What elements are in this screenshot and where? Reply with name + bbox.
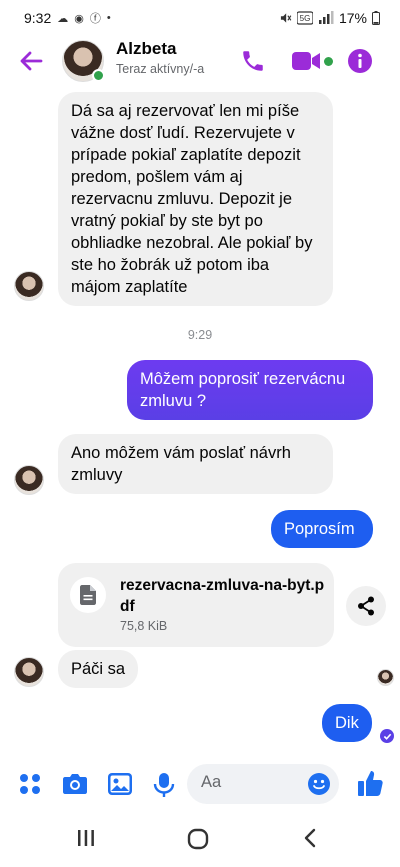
cloud-icon: ◉ bbox=[74, 12, 84, 25]
conversation-header: Alzbeta Teraz aktívny/-a bbox=[0, 36, 400, 88]
microphone-icon[interactable] bbox=[153, 772, 175, 798]
message-incoming[interactable]: Páči sa bbox=[58, 650, 139, 688]
online-indicator bbox=[92, 69, 105, 82]
camera-icon[interactable] bbox=[62, 772, 88, 796]
menu-grid-icon[interactable] bbox=[18, 772, 42, 796]
sender-avatar bbox=[14, 271, 44, 301]
battery-level: 17% bbox=[338, 10, 367, 26]
mute-icon bbox=[280, 13, 292, 23]
emoji-icon[interactable] bbox=[307, 772, 331, 796]
message-outgoing[interactable]: Dik bbox=[322, 704, 372, 742]
delivered-check-icon bbox=[380, 729, 394, 743]
contact-name[interactable]: Alzbeta bbox=[116, 39, 176, 59]
back-nav-icon[interactable] bbox=[302, 828, 318, 848]
status-time: 9:32 bbox=[24, 10, 52, 26]
message-composer bbox=[0, 760, 400, 810]
file-size: 75,8 KiB bbox=[120, 619, 168, 633]
video-active-dot bbox=[324, 57, 333, 66]
system-navigation-bar bbox=[0, 814, 400, 867]
document-icon bbox=[80, 585, 96, 605]
share-button[interactable] bbox=[346, 586, 386, 626]
message-timestamp: 9:29 bbox=[187, 328, 213, 342]
file-icon-wrap bbox=[70, 577, 106, 613]
seen-indicator-avatar bbox=[377, 669, 394, 686]
dot-icon: • bbox=[106, 12, 111, 24]
recent-apps-icon[interactable] bbox=[76, 828, 96, 848]
signal-icon bbox=[318, 11, 334, 24]
file-attachment[interactable]: rezervacna-zmluva-na-byt.pdf 75,8 KiB bbox=[58, 563, 334, 647]
share-icon bbox=[358, 596, 374, 616]
svg-text:5G: 5G bbox=[300, 14, 311, 23]
message-input[interactable] bbox=[201, 773, 301, 792]
video-call-icon[interactable] bbox=[292, 50, 322, 72]
presence-status: Teraz aktívny/-a bbox=[116, 62, 205, 76]
contact-avatar[interactable] bbox=[62, 40, 105, 82]
phone-call-icon[interactable] bbox=[240, 48, 266, 74]
message-input-box[interactable] bbox=[187, 764, 339, 804]
sender-avatar bbox=[14, 657, 44, 687]
sender-avatar bbox=[14, 465, 44, 495]
5g-icon: 5G bbox=[296, 11, 313, 25]
gallery-icon[interactable] bbox=[107, 772, 133, 796]
message-outgoing[interactable]: Môžem poprosiť rezervácnu zmluvu ? bbox=[127, 360, 373, 420]
facebook-icon: ⓕ bbox=[89, 13, 101, 25]
back-arrow-icon[interactable] bbox=[16, 46, 46, 76]
message-list[interactable]: Dá sa aj rezervovať len mi píše vážne do… bbox=[0, 88, 400, 753]
home-icon[interactable] bbox=[187, 828, 209, 850]
thumbs-up-icon[interactable] bbox=[357, 769, 385, 797]
chat-icon: ☁ bbox=[57, 12, 69, 25]
battery-icon bbox=[372, 11, 380, 25]
file-name: rezervacna-zmluva-na-byt.pdf bbox=[120, 577, 325, 615]
message-outgoing[interactable]: Poprosím bbox=[271, 510, 373, 548]
info-icon[interactable] bbox=[347, 48, 373, 74]
message-incoming[interactable]: Dá sa aj rezervovať len mi píše vážne do… bbox=[58, 92, 333, 306]
message-incoming[interactable]: Ano môžem vám poslať návrh zmluvy bbox=[58, 434, 333, 494]
status-bar: 9:32 ☁ ◉ ⓕ • 5G 17% bbox=[0, 0, 400, 36]
